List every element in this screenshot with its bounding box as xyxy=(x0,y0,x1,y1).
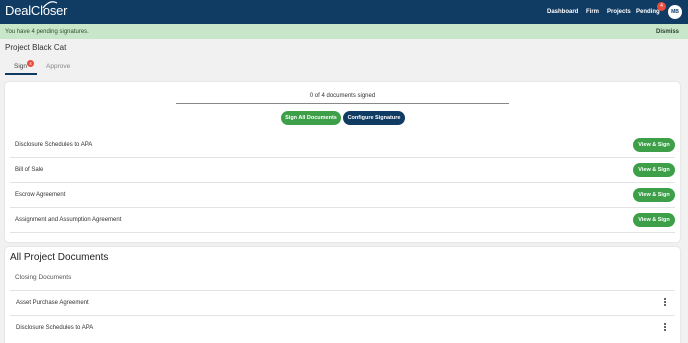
nav-dashboard[interactable]: Dashboard xyxy=(547,8,578,16)
nav-firm[interactable]: Firm xyxy=(586,8,599,16)
configure-signature-button[interactable]: Configure Signature xyxy=(343,111,405,125)
document-name: Assignment and Assumption Agreement xyxy=(15,217,122,223)
sign-all-documents-button[interactable]: Sign All Documents xyxy=(281,111,341,125)
tab-approve[interactable]: Approve xyxy=(46,63,70,71)
sign-count-badge: 4 xyxy=(27,60,34,67)
signing-progress-bar xyxy=(176,103,509,104)
view-and-sign-button[interactable]: View & Sign xyxy=(633,213,675,227)
document-name: Escrow Agreement xyxy=(15,192,66,198)
page-title: Project Black Cat xyxy=(5,43,67,52)
view-and-sign-button[interactable]: View & Sign xyxy=(633,188,675,202)
active-tab-indicator xyxy=(5,73,37,75)
logo-swoosh-icon xyxy=(42,1,58,9)
signing-progress-text: 0 of 4 documents signed xyxy=(309,93,376,99)
document-name: Asset Purchase Agreement xyxy=(16,300,89,306)
signing-card: 0 of 4 documents signed Sign All Documen… xyxy=(5,82,680,242)
more-vertical-icon[interactable] xyxy=(662,323,668,333)
document-row[interactable]: Disclosure Schedules to APA xyxy=(10,315,675,340)
view-and-sign-button[interactable]: View & Sign xyxy=(633,138,675,152)
document-name: Disclosure Schedules to APA xyxy=(16,325,94,331)
section-title: All Project Documents xyxy=(10,252,109,263)
alert-message: You have 4 pending signatures. xyxy=(5,29,89,35)
sign-document-row: Assignment and Assumption Agreement View… xyxy=(10,208,675,233)
view-and-sign-button[interactable]: View & Sign xyxy=(633,163,675,177)
nav-projects[interactable]: Projects xyxy=(607,8,631,16)
more-vertical-icon[interactable] xyxy=(662,298,668,308)
sign-document-row: Escrow Agreement View & Sign xyxy=(10,183,675,208)
document-name: Disclosure Schedules to APA xyxy=(15,142,93,148)
sign-document-row: Disclosure Schedules to APA View & Sign xyxy=(10,133,675,158)
user-avatar[interactable]: MB xyxy=(668,5,682,19)
document-group-title: Closing Documents xyxy=(15,274,72,281)
sign-document-row: Bill of Sale View & Sign xyxy=(10,158,675,183)
tab-sign[interactable]: Sign xyxy=(14,63,27,71)
project-documents-card: All Project Documents Closing Documents … xyxy=(5,247,680,343)
pending-signatures-alert: You have 4 pending signatures. Dismiss xyxy=(0,24,688,39)
nav-pending[interactable]: Pending xyxy=(636,8,660,16)
document-name: Bill of Sale xyxy=(15,167,44,173)
top-navbar: DealCloser Dashboard Firm Projects Pendi… xyxy=(0,0,688,24)
document-row[interactable]: Asset Purchase Agreement xyxy=(10,290,675,315)
dismiss-button[interactable]: Dismiss xyxy=(656,28,679,36)
pending-count-badge: 4 xyxy=(657,2,666,11)
